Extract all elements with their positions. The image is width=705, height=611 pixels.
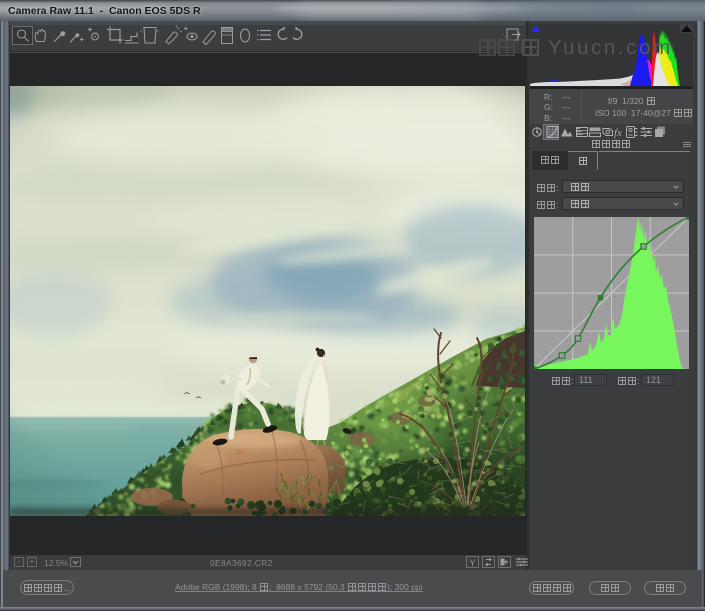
svg-text:fx: fx	[614, 127, 622, 139]
